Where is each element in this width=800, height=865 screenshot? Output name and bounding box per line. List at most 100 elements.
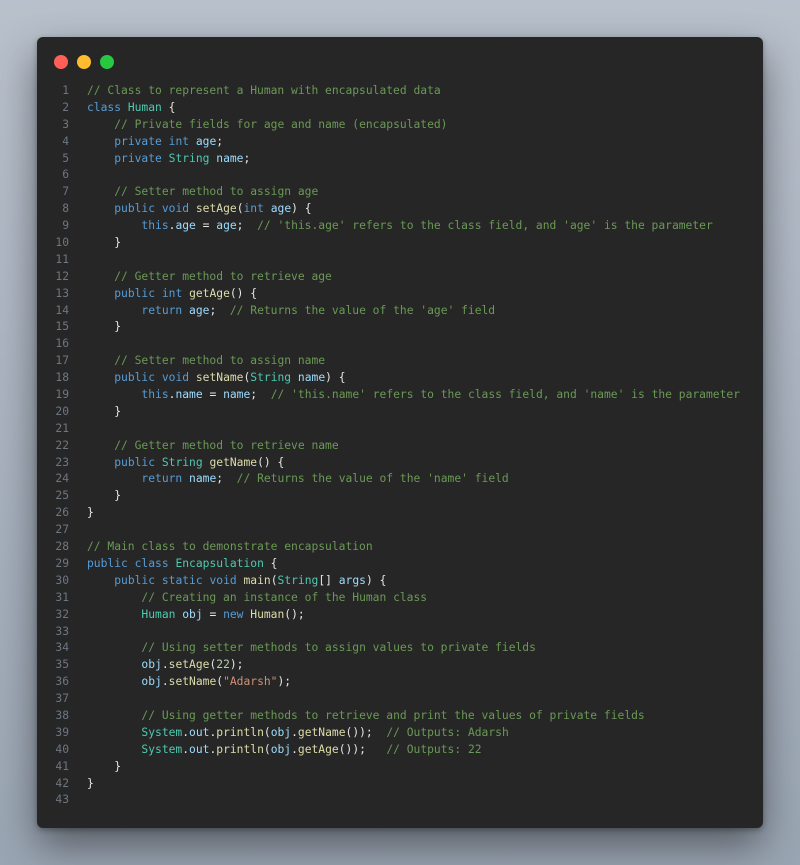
line-source: obj.setAge(22); <box>87 657 243 674</box>
code-token: String <box>277 573 319 587</box>
code-token: int <box>161 286 183 300</box>
line-source: private String name; <box>87 151 250 168</box>
code-line: 40 System.out.println(obj.getAge()); // … <box>37 742 763 759</box>
code-token: // Private fields for age and name (enca… <box>114 117 448 131</box>
line-number: 29 <box>55 556 69 570</box>
code-line: 31 // Creating an instance of the Human … <box>37 590 763 607</box>
code-token: println <box>216 725 264 739</box>
line-source: } <box>87 404 121 421</box>
line-number: 42 <box>55 776 69 790</box>
code-token: // Returns the value of the 'age' field <box>229 303 496 317</box>
code-token: return <box>141 303 183 317</box>
code-token: public <box>114 573 156 587</box>
code-token: System <box>141 725 183 739</box>
line-source: private int age; <box>87 134 223 151</box>
code-token: obj <box>270 725 292 739</box>
code-token: { <box>263 556 278 570</box>
code-token: name <box>216 151 244 165</box>
close-window-icon[interactable] <box>54 55 68 69</box>
code-token: String <box>250 371 292 385</box>
line-source: // Private fields for age and name (enca… <box>87 117 447 134</box>
line-number: 38 <box>55 708 69 722</box>
code-token: ; <box>209 303 230 317</box>
code-token: // Class to represent a Human with encap… <box>87 84 441 97</box>
code-token: ) { <box>325 371 346 385</box>
code-token: ); <box>229 658 244 672</box>
code-token: } <box>87 759 122 773</box>
line-number: 8 <box>62 202 69 216</box>
line-number: 24 <box>55 472 69 486</box>
code-token: Human <box>127 100 162 114</box>
code-token: = <box>202 607 224 621</box>
code-token: public <box>114 371 156 385</box>
code-token: Human <box>250 607 285 621</box>
line-source: this.age = age; // 'this.age' refers to … <box>87 218 712 235</box>
line-source: // Using getter methods to retrieve and … <box>87 708 644 725</box>
line-number: 27 <box>55 523 69 537</box>
code-line: 35 obj.setAge(22); <box>37 657 763 674</box>
code-token: ; <box>250 388 271 402</box>
code-line: 25 } <box>37 488 763 505</box>
code-token: void <box>209 573 237 587</box>
code-token: new <box>223 607 244 621</box>
line-source: // Main class to demonstrate encapsulati… <box>87 539 373 556</box>
line-number: 5 <box>62 151 69 165</box>
code-token: setName <box>168 675 217 689</box>
minimize-window-icon[interactable] <box>77 55 91 69</box>
code-token: { <box>161 100 176 114</box>
code-token: // Getter method to retrieve age <box>114 269 332 283</box>
line-source: // Setter method to assign name <box>87 353 325 370</box>
code-token: int <box>243 202 264 216</box>
line-source: public class Encapsulation { <box>87 556 277 573</box>
code-line: 7 // Setter method to assign age <box>37 184 763 201</box>
code-line: 34 // Using setter methods to assign val… <box>37 640 763 657</box>
line-source: Human obj = new Human(); <box>87 607 305 624</box>
line-source: return name; // Returns the value of the… <box>87 471 508 488</box>
code-token: ; <box>216 472 237 486</box>
line-source: // Creating an instance of the Human cla… <box>87 590 427 607</box>
line-number: 1 <box>62 84 69 97</box>
code-token: name <box>297 371 326 385</box>
code-token: } <box>87 236 122 250</box>
code-token: void <box>161 371 190 385</box>
line-source: } <box>87 235 121 252</box>
line-source: } <box>87 759 121 776</box>
code-token: this <box>141 219 169 233</box>
code-token: // Outputs: Adarsh <box>386 725 509 739</box>
line-source: return age; // Returns the value of the … <box>87 303 495 320</box>
line-source: // Getter method to retrieve name <box>87 438 338 455</box>
code-line: 42} <box>37 776 763 793</box>
maximize-window-icon[interactable] <box>100 55 114 69</box>
code-token: (); <box>284 607 305 621</box>
code-line: 3 // Private fields for age and name (en… <box>37 117 763 134</box>
code-token: // Setter method to assign name <box>114 354 326 368</box>
code-line: 27 <box>37 522 763 539</box>
code-token: getAge <box>297 742 339 756</box>
code-token: private <box>114 134 162 148</box>
code-token: name <box>175 388 203 402</box>
code-token: setName <box>195 371 244 385</box>
code-token: setAge <box>195 202 237 216</box>
line-number: 3 <box>62 117 69 131</box>
code-token: // 'this.name' refers to the class field… <box>270 388 740 402</box>
line-source: System.out.println(obj.getAge()); // Out… <box>87 742 482 759</box>
line-number: 4 <box>62 134 69 148</box>
line-number: 41 <box>55 759 69 773</box>
code-token: // Outputs: 22 <box>386 742 482 756</box>
line-number: 23 <box>55 455 69 469</box>
code-line: 1 // Class to represent a Human with enca… <box>37 83 763 100</box>
code-token: args <box>338 573 366 587</box>
